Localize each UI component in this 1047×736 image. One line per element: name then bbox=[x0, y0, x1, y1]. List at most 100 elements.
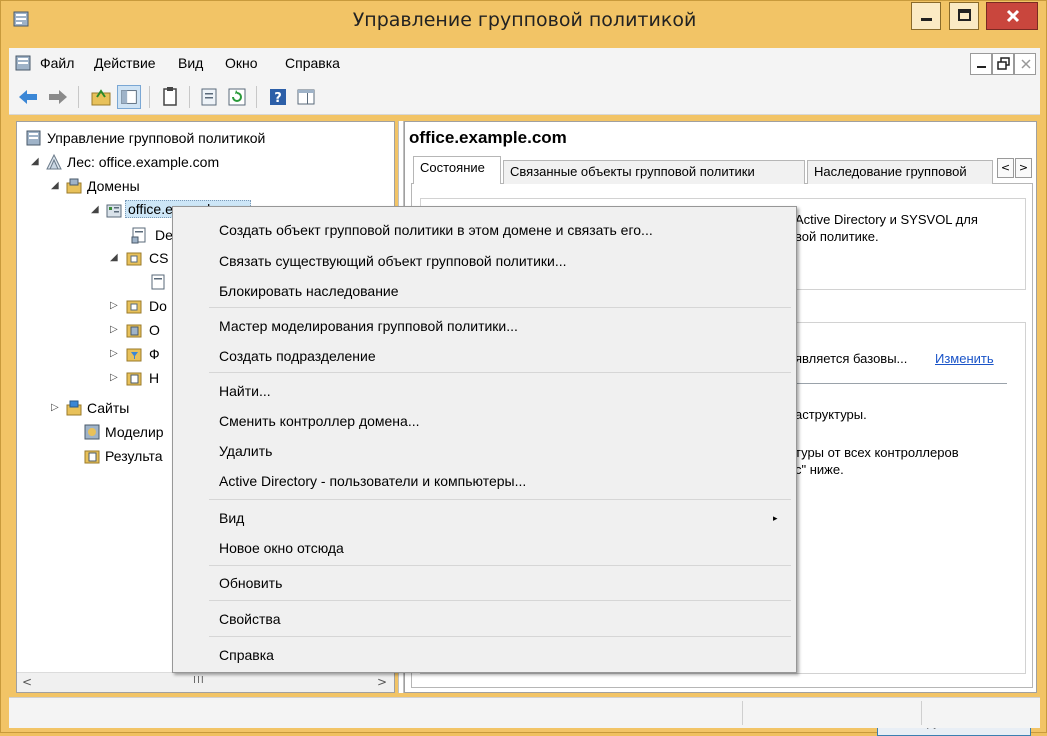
tree-default-domain-policy[interactable]: De bbox=[25, 225, 185, 247]
menu-change-dc[interactable]: Сменить контроллер домена... bbox=[219, 413, 420, 429]
ou-folder-icon bbox=[126, 300, 142, 314]
tree-sites-label: Сайты bbox=[87, 400, 130, 416]
menu-help[interactable]: Справка bbox=[285, 55, 340, 71]
status-info-text-2: вой политике. bbox=[795, 229, 879, 244]
menu-create-ou[interactable]: Создать подразделение bbox=[219, 348, 376, 364]
menu-separator bbox=[209, 565, 791, 566]
up-folder-icon[interactable] bbox=[89, 85, 113, 109]
menu-file[interactable]: Файл bbox=[40, 55, 74, 71]
status-info-text-1: Active Directory и SYSVOL для bbox=[795, 212, 978, 227]
collapse-icon[interactable]: ◢ bbox=[31, 156, 43, 168]
status-segment bbox=[742, 701, 920, 725]
minimize-icon bbox=[977, 66, 986, 68]
menu-block-inheritance[interactable]: Блокировать наследование bbox=[219, 283, 399, 299]
tree-modeling-label: Моделир bbox=[105, 424, 164, 440]
mdi-minimize-button[interactable] bbox=[970, 53, 992, 75]
tab-status[interactable]: Состояние bbox=[413, 156, 501, 185]
results-icon bbox=[84, 450, 100, 464]
tree-domains-label: Домены bbox=[87, 178, 140, 194]
console-view-icon[interactable] bbox=[294, 85, 318, 109]
tree-results[interactable]: Результа bbox=[25, 446, 185, 468]
menu-separator bbox=[209, 636, 791, 637]
scroll-right-icon[interactable]: > bbox=[373, 674, 391, 691]
menu-create-gpo-and-link[interactable]: Создать объект групповой политики в этом… bbox=[219, 222, 653, 238]
show-hide-tree-icon[interactable] bbox=[117, 85, 141, 109]
collapse-icon[interactable]: ◢ bbox=[51, 180, 63, 192]
scrollbar-thumb[interactable]: III bbox=[193, 675, 205, 686]
svg-text:?: ? bbox=[274, 91, 282, 106]
back-icon[interactable] bbox=[16, 85, 40, 109]
menu-window[interactable]: Окно bbox=[225, 55, 258, 71]
tree-gpo-objects-label: O bbox=[149, 322, 160, 338]
tree-default-domain-policy-label: De bbox=[155, 227, 173, 243]
details-heading: office.example.com bbox=[409, 128, 567, 147]
change-link[interactable]: Изменить bbox=[935, 351, 994, 366]
tree-ou-dc[interactable]: ▷ Do bbox=[25, 296, 185, 318]
menu-separator bbox=[209, 307, 791, 308]
menu-separator bbox=[209, 372, 791, 373]
menu-separator bbox=[209, 600, 791, 601]
menu-refresh[interactable]: Обновить bbox=[219, 575, 282, 591]
menu-delete[interactable]: Удалить bbox=[219, 443, 272, 459]
minimize-button[interactable] bbox=[911, 2, 941, 30]
maximize-icon bbox=[958, 9, 971, 21]
close-icon bbox=[1006, 9, 1020, 23]
window-title: Управление групповой политикой bbox=[352, 9, 697, 31]
expand-icon[interactable]: ▷ bbox=[51, 402, 63, 414]
baseline-dc-text: является базовы... bbox=[795, 351, 908, 366]
close-button[interactable] bbox=[986, 2, 1038, 30]
forward-icon[interactable] bbox=[46, 85, 70, 109]
mdi-close-button[interactable] bbox=[1014, 53, 1036, 75]
tree-root[interactable]: Управление групповой политикой bbox=[25, 128, 385, 150]
tree-cs-child[interactable] bbox=[25, 272, 185, 294]
mdi-restore-button[interactable] bbox=[992, 53, 1014, 75]
toolbar-separator bbox=[149, 86, 150, 108]
tree-forest[interactable]: ◢ Лес: office.example.com bbox=[25, 152, 385, 174]
tree-wmi-filters[interactable]: ▷ Ф bbox=[25, 344, 185, 366]
tree-root-label: Управление групповой политикой bbox=[47, 130, 266, 146]
expand-icon[interactable]: ▷ bbox=[110, 372, 122, 384]
menu-action[interactable]: Действие bbox=[94, 55, 156, 71]
menu-view-submenu[interactable]: Вид bbox=[219, 510, 244, 526]
collapse-icon[interactable]: ◢ bbox=[91, 204, 103, 216]
filter-folder-icon bbox=[126, 348, 142, 362]
context-menu: Создать объект групповой политики в этом… bbox=[172, 206, 797, 673]
tree-ou-cs[interactable]: ◢ CS bbox=[25, 248, 185, 270]
expand-icon[interactable]: ▷ bbox=[110, 324, 122, 336]
menu-help-item[interactable]: Справка bbox=[219, 647, 274, 663]
tree-domains[interactable]: ◢ Домены bbox=[25, 176, 385, 198]
scroll-left-icon[interactable]: < bbox=[18, 674, 36, 691]
console-icon[interactable] bbox=[15, 54, 33, 72]
tree-starter-gpos[interactable]: ▷ H bbox=[25, 368, 185, 390]
tab-inheritance[interactable]: Наследование групповой bbox=[807, 160, 993, 184]
expand-icon[interactable]: ▷ bbox=[110, 348, 122, 360]
refresh-icon[interactable] bbox=[225, 85, 249, 109]
menu-find[interactable]: Найти... bbox=[219, 383, 271, 399]
starter-gpo-folder-icon bbox=[126, 372, 142, 386]
tab-scroll-right-icon[interactable]: > bbox=[1015, 158, 1032, 178]
menu-ad-users-computers[interactable]: Active Directory - пользователи и компью… bbox=[219, 473, 526, 489]
expand-icon[interactable]: ▷ bbox=[110, 300, 122, 312]
menu-properties[interactable]: Свойства bbox=[219, 611, 280, 627]
help-icon[interactable]: ? bbox=[266, 85, 290, 109]
divider-line bbox=[795, 383, 1007, 384]
tree-sites[interactable]: ▷ Сайты bbox=[25, 398, 185, 420]
menu-link-existing-gpo[interactable]: Связать существующий объект групповой по… bbox=[219, 253, 567, 269]
tree-starter-gpos-label: H bbox=[149, 370, 160, 386]
clipboard-icon[interactable] bbox=[158, 85, 182, 109]
menu-modeling-wizard[interactable]: Мастер моделирования групповой политики.… bbox=[219, 318, 518, 334]
menu-new-window[interactable]: Новое окно отсюда bbox=[219, 540, 344, 556]
gpo-link-icon bbox=[131, 227, 146, 244]
tab-linked-gpos[interactable]: Связанные объекты групповой политики bbox=[503, 160, 805, 184]
maximize-button[interactable] bbox=[949, 2, 979, 30]
title-bar[interactable]: Управление групповой политикой bbox=[1, 1, 1047, 41]
collapse-icon[interactable]: ◢ bbox=[110, 252, 122, 264]
tree-modeling[interactable]: Моделир bbox=[25, 422, 185, 444]
tree-gpo-objects[interactable]: ▷ O bbox=[25, 320, 185, 342]
toolbar-separator bbox=[189, 86, 190, 108]
tree-horizontal-scrollbar[interactable]: < III > bbox=[17, 672, 394, 692]
menu-view[interactable]: Вид bbox=[178, 55, 203, 71]
submenu-arrow-icon: ▸ bbox=[773, 514, 778, 524]
tab-scroll-left-icon[interactable]: < bbox=[997, 158, 1014, 178]
properties-icon[interactable] bbox=[197, 85, 221, 109]
